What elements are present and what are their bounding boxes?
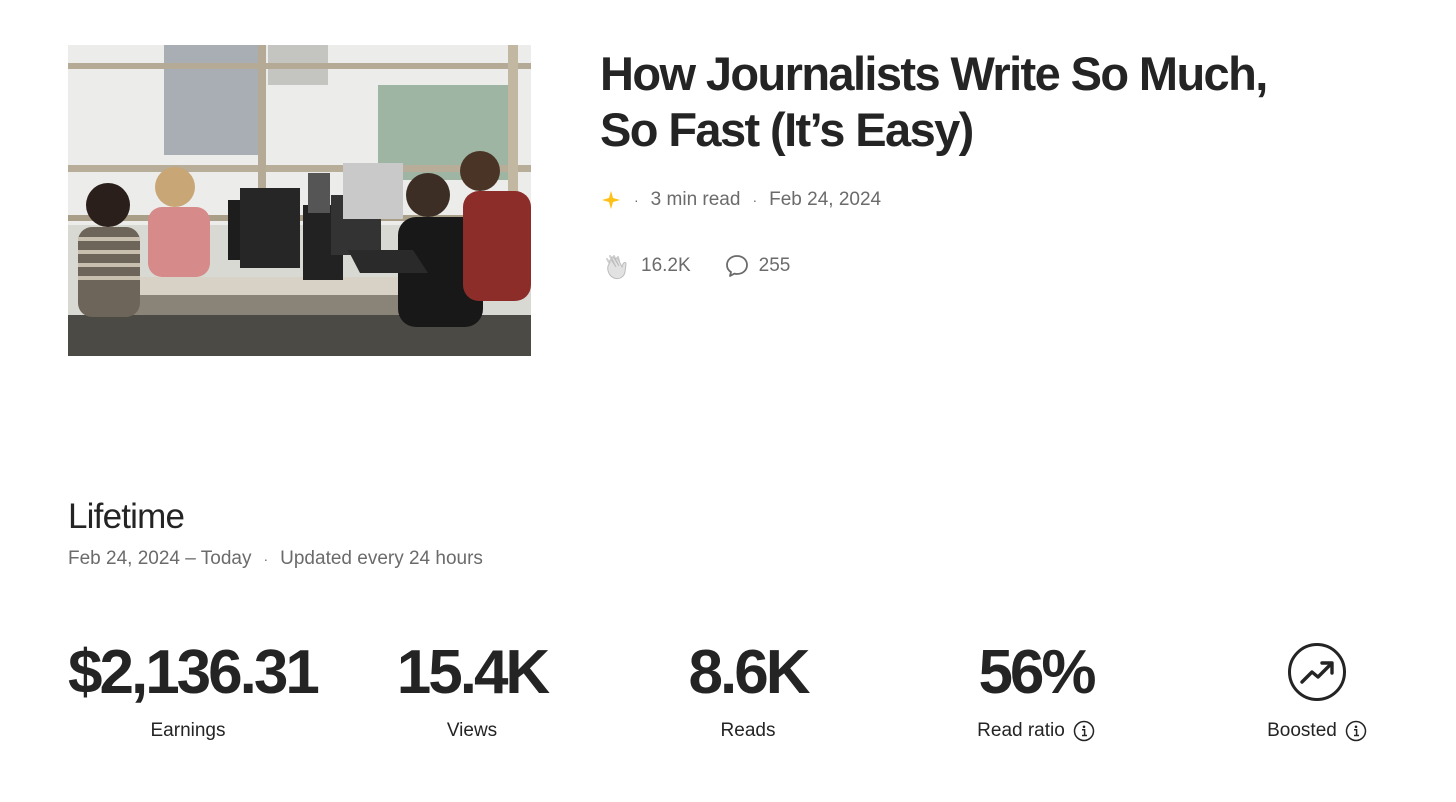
story-meta: · 3 min read · Feb 24, 2024 (600, 186, 881, 214)
office-photo (68, 45, 531, 356)
trending-up-circle-icon (1234, 642, 1400, 702)
boosted-label: Boosted (1267, 720, 1337, 741)
lifetime-heading: Lifetime (68, 497, 185, 536)
meta-separator: · (634, 192, 639, 208)
meta-separator: · (752, 192, 758, 208)
story-title-line2: So Fast (It’s Easy) (600, 103, 974, 156)
earnings-stat: $2,136.31 Earnings (68, 638, 320, 742)
reads-value: 8.6K (688, 638, 811, 707)
views-value: 15.4K (396, 638, 550, 707)
lifetime-period: Feb 24, 2024 – Today · Updated every 24 … (68, 548, 483, 570)
publish-date: Feb 24, 2024 (769, 189, 882, 210)
responses-count: 255 (758, 255, 791, 276)
earnings-label: Earnings (150, 720, 226, 741)
claps-button[interactable]: 16.2K (601, 250, 691, 282)
reads-stat: 8.6K Reads (648, 638, 848, 742)
read-ratio-stat: 56% Read ratio (936, 638, 1136, 742)
sparkle-star-icon (600, 189, 622, 211)
date-range: Feb 24, 2024 – Today (68, 548, 252, 569)
views-stat: 15.4K Views (372, 638, 572, 742)
info-circle-icon[interactable] (1345, 720, 1367, 742)
info-circle-icon[interactable] (1073, 720, 1095, 742)
claps-count: 16.2K (641, 255, 691, 276)
engagement-row: 16.2K 255 (601, 250, 790, 282)
boosted-stat: Boosted (1234, 638, 1400, 742)
read-ratio-label: Read ratio (977, 720, 1065, 741)
period-separator: · (263, 551, 269, 567)
speech-bubble-icon (723, 252, 751, 280)
views-label: Views (446, 720, 498, 741)
earnings-value: $2,136.31 (68, 638, 320, 707)
clap-hands-icon (601, 250, 633, 282)
read-time: 3 min read (650, 189, 741, 210)
responses-button[interactable]: 255 (723, 252, 791, 280)
story-title-line1: How Journalists Write So Much, (600, 47, 1268, 100)
reads-label: Reads (720, 720, 776, 741)
read-ratio-value: 56% (978, 638, 1096, 707)
story-thumbnail[interactable] (68, 45, 531, 356)
story-title[interactable]: How Journalists Write So Much, So Fast (… (600, 46, 1300, 158)
update-note: Updated every 24 hours (280, 548, 483, 569)
